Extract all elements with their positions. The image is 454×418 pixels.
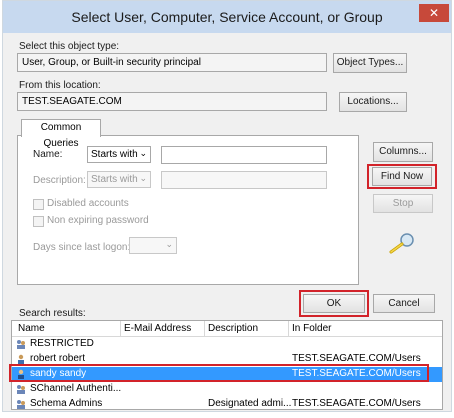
column-divider[interactable] bbox=[288, 321, 289, 336]
group-icon bbox=[17, 385, 25, 394]
ok-button[interactable]: OK bbox=[303, 294, 365, 313]
days-since-logon-select[interactable]: ⌄ bbox=[129, 237, 177, 254]
row-name: robert robert bbox=[30, 353, 86, 364]
object-type-label: Select this object type: bbox=[19, 41, 120, 52]
chevron-down-icon: ⌄ bbox=[139, 148, 147, 158]
group-icon bbox=[17, 340, 25, 349]
description-input[interactable] bbox=[161, 171, 327, 189]
disabled-accounts-label: Disabled accounts bbox=[47, 198, 129, 209]
name-mode-value: Starts with bbox=[91, 149, 138, 160]
column-header-description[interactable]: Description bbox=[208, 323, 258, 334]
user-icon bbox=[18, 354, 24, 364]
column-divider[interactable] bbox=[120, 321, 121, 336]
object-type-field: User, Group, or Built-in security princi… bbox=[17, 53, 327, 72]
non-expiring-label: Non expiring password bbox=[47, 215, 149, 226]
dialog-title: Select User, Computer, Service Account, … bbox=[71, 9, 383, 25]
column-divider[interactable] bbox=[204, 321, 205, 336]
search-flashlight-icon bbox=[389, 233, 414, 254]
column-header-name[interactable]: Name bbox=[18, 323, 45, 334]
cancel-button[interactable]: Cancel bbox=[373, 294, 435, 313]
row-name: RESTRICTED bbox=[30, 338, 94, 349]
table-row[interactable]: RESTRICTED bbox=[12, 337, 442, 352]
description-label: Description: bbox=[33, 175, 86, 186]
name-input[interactable] bbox=[161, 146, 327, 164]
object-types-button[interactable]: Object Types... bbox=[333, 53, 407, 73]
chevron-down-icon: ⌄ bbox=[139, 173, 147, 183]
title-bar: Select User, Computer, Service Account, … bbox=[3, 1, 451, 33]
tab-common-queries[interactable]: Common Queries bbox=[21, 119, 101, 149]
select-user-dialog: Select User, Computer, Service Account, … bbox=[2, 0, 452, 412]
close-icon[interactable]: ✕ bbox=[419, 4, 449, 22]
column-header-email[interactable]: E-Mail Address bbox=[124, 323, 191, 334]
days-since-logon-label: Days since last logon: bbox=[33, 242, 131, 253]
row-name: SChannel Authenti... bbox=[30, 383, 122, 394]
name-label: Name: bbox=[33, 149, 63, 160]
search-results-label: Search results: bbox=[19, 308, 86, 319]
row-description: Designated admi... bbox=[208, 398, 292, 409]
group-icon bbox=[17, 400, 25, 409]
columns-button[interactable]: Columns... bbox=[373, 142, 433, 162]
non-expiring-checkbox[interactable] bbox=[33, 216, 44, 227]
row-name: Schema Admins bbox=[30, 398, 103, 409]
description-mode-select[interactable]: Starts with ⌄ bbox=[87, 171, 151, 188]
location-label: From this location: bbox=[19, 80, 101, 91]
column-header-folder[interactable]: In Folder bbox=[292, 323, 331, 334]
disabled-accounts-checkbox[interactable] bbox=[33, 199, 44, 210]
name-mode-select[interactable]: Starts with ⌄ bbox=[87, 146, 151, 163]
results-header: Name E-Mail Address Description In Folde… bbox=[12, 321, 442, 337]
chevron-down-icon: ⌄ bbox=[165, 239, 173, 249]
find-now-button[interactable]: Find Now bbox=[372, 167, 432, 186]
table-row[interactable]: Schema Admins Designated admi... TEST.SE… bbox=[12, 397, 442, 409]
row-folder: TEST.SEAGATE.COM/Users bbox=[292, 353, 421, 364]
stop-button[interactable]: Stop bbox=[373, 194, 433, 213]
description-mode-value: Starts with bbox=[91, 174, 138, 185]
locations-button[interactable]: Locations... bbox=[339, 92, 407, 112]
location-field: TEST.SEAGATE.COM bbox=[17, 92, 327, 111]
row-folder: TEST.SEAGATE.COM/Users bbox=[292, 398, 421, 409]
table-row[interactable]: SChannel Authenti... bbox=[12, 382, 442, 397]
selected-row-highlight bbox=[9, 364, 429, 382]
